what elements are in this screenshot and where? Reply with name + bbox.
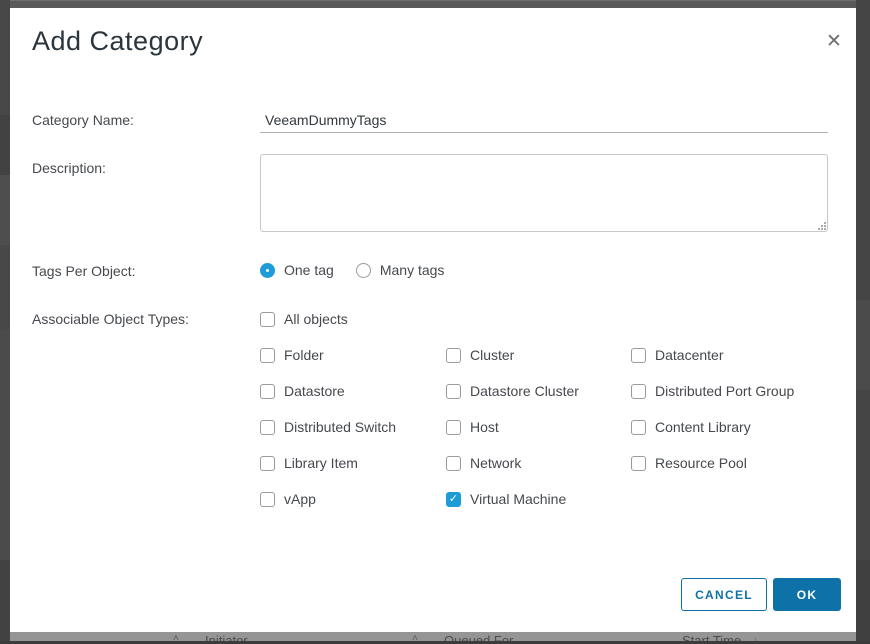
ok-button[interactable]: OK bbox=[773, 578, 841, 611]
checkbox-folder[interactable]: Folder bbox=[260, 347, 446, 363]
category-name-label: Category Name: bbox=[32, 112, 134, 128]
checkbox-unchecked-icon[interactable] bbox=[260, 312, 275, 327]
checkbox-unchecked-icon[interactable] bbox=[446, 384, 461, 399]
checkbox-unchecked-icon[interactable] bbox=[446, 348, 461, 363]
column-caret-icon: ˄ bbox=[412, 633, 418, 641]
cancel-button[interactable]: CANCEL bbox=[681, 578, 767, 611]
tags-per-object-label: Tags Per Object: bbox=[32, 263, 136, 279]
checkbox-distributed-switch[interactable]: Distributed Switch bbox=[260, 419, 446, 435]
checkbox-label: Distributed Switch bbox=[284, 419, 396, 435]
checkbox-library-item[interactable]: Library Item bbox=[260, 455, 446, 471]
checkbox-all-objects[interactable]: All objects bbox=[260, 311, 348, 327]
checkbox-datastore-cluster[interactable]: Datastore Cluster bbox=[446, 383, 631, 399]
radio-circle-icon[interactable] bbox=[356, 263, 371, 278]
background-segment bbox=[0, 560, 10, 644]
dialog-title: Add Category bbox=[32, 26, 203, 57]
background-segment bbox=[856, 300, 870, 390]
sort-descending-icon: ↓ bbox=[752, 633, 759, 641]
background-column-queued-for: Queued For bbox=[444, 633, 513, 641]
radio-one-tag[interactable]: One tag bbox=[260, 262, 334, 278]
checkbox-unchecked-icon[interactable] bbox=[260, 456, 275, 471]
category-name-input[interactable] bbox=[260, 108, 828, 133]
checkbox-label: Datastore Cluster bbox=[470, 383, 579, 399]
checkbox-unchecked-icon[interactable] bbox=[260, 420, 275, 435]
checkbox-label: Virtual Machine bbox=[470, 491, 566, 507]
checkbox-vapp[interactable]: vApp bbox=[260, 491, 446, 507]
object-types-grid: Folder Cluster Datacenter Datastore Datastor… bbox=[260, 347, 831, 527]
checkbox-label: Distributed Port Group bbox=[655, 383, 794, 399]
background-segment bbox=[856, 560, 870, 644]
checkbox-unchecked-icon[interactable] bbox=[631, 384, 646, 399]
tags-per-object-group: One tag Many tags bbox=[260, 262, 444, 278]
radio-circle-icon[interactable] bbox=[260, 263, 275, 278]
checkbox-datacenter[interactable]: Datacenter bbox=[631, 347, 831, 363]
add-category-dialog: Add Category ✕ Category Name: Descriptio… bbox=[10, 8, 856, 632]
checkbox-unchecked-icon[interactable] bbox=[260, 384, 275, 399]
checkbox-content-library[interactable]: Content Library bbox=[631, 419, 831, 435]
checkbox-label: Datastore bbox=[284, 383, 345, 399]
checkbox-unchecked-icon[interactable] bbox=[631, 420, 646, 435]
associable-object-types-label: Associable Object Types: bbox=[32, 311, 189, 327]
checkbox-label: vApp bbox=[284, 491, 316, 507]
checkbox-unchecked-icon[interactable] bbox=[631, 456, 646, 471]
radio-many-tags[interactable]: Many tags bbox=[356, 262, 445, 278]
checkbox-network[interactable]: Network bbox=[446, 455, 631, 471]
checkbox-distributed-port-group[interactable]: Distributed Port Group bbox=[631, 383, 831, 399]
checkbox-checked-icon[interactable]: ✓ bbox=[446, 492, 461, 507]
checkbox-unchecked-icon[interactable] bbox=[446, 420, 461, 435]
radio-label: Many tags bbox=[380, 262, 445, 278]
checkbox-label: Network bbox=[470, 455, 521, 471]
checkbox-label: Cluster bbox=[470, 347, 514, 363]
checkbox-unchecked-icon[interactable] bbox=[446, 456, 461, 471]
background-segment bbox=[0, 115, 10, 175]
checkbox-datastore[interactable]: Datastore bbox=[260, 383, 446, 399]
all-objects-row: All objects bbox=[260, 311, 348, 327]
checkbox-cluster[interactable]: Cluster bbox=[446, 347, 631, 363]
background-left-edge bbox=[0, 0, 10, 644]
checkbox-label: Datacenter bbox=[655, 347, 723, 363]
checkbox-label: Content Library bbox=[655, 419, 751, 435]
description-label: Description: bbox=[32, 160, 106, 176]
checkbox-label: Folder bbox=[284, 347, 324, 363]
checkbox-unchecked-icon[interactable] bbox=[260, 492, 275, 507]
background-column-initiator: Initiator bbox=[205, 633, 248, 641]
checkbox-label: All objects bbox=[284, 311, 348, 327]
background-frame-top bbox=[0, 0, 870, 8]
column-caret-icon: ˄ bbox=[173, 633, 179, 641]
checkbox-host[interactable]: Host bbox=[446, 419, 631, 435]
background-right-edge bbox=[856, 0, 870, 644]
background-table-header-strip: ˄ Initiator ˄ Queued For Start Time ↓ bbox=[10, 632, 856, 641]
checkbox-unchecked-icon[interactable] bbox=[631, 348, 646, 363]
background-segment bbox=[0, 175, 10, 245]
checkbox-virtual-machine[interactable]: ✓ Virtual Machine bbox=[446, 491, 631, 507]
close-icon[interactable]: ✕ bbox=[824, 32, 844, 52]
description-textarea[interactable] bbox=[260, 154, 828, 232]
radio-label: One tag bbox=[284, 262, 334, 278]
checkbox-unchecked-icon[interactable] bbox=[260, 348, 275, 363]
background-segment bbox=[0, 330, 10, 560]
checkbox-resource-pool[interactable]: Resource Pool bbox=[631, 455, 831, 471]
checkbox-label: Library Item bbox=[284, 455, 358, 471]
background-column-start-time: Start Time bbox=[682, 633, 741, 641]
checkbox-label: Host bbox=[470, 419, 499, 435]
checkbox-label: Resource Pool bbox=[655, 455, 747, 471]
